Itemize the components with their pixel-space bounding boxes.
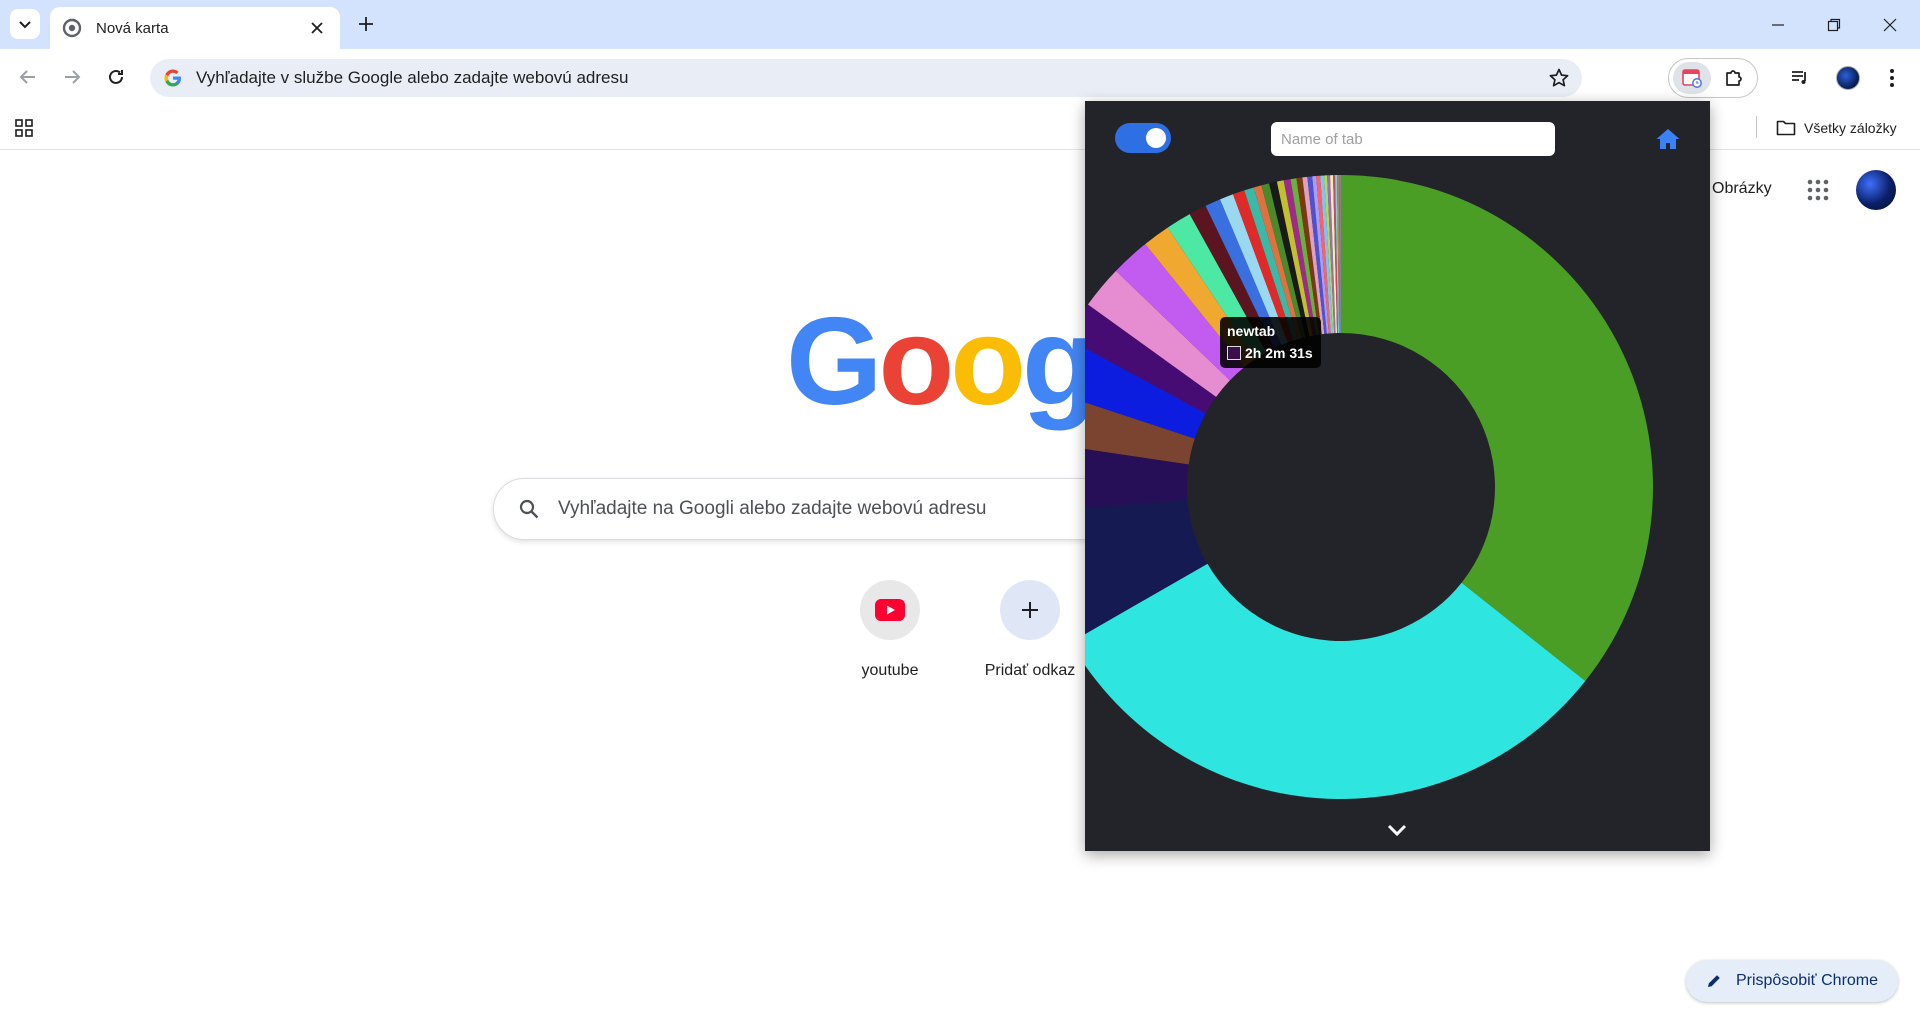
address-bar-text: Vyhľadajte v službe Google alebo zadajte… xyxy=(196,68,629,87)
shortcut-add[interactable]: Pridať odkaz xyxy=(960,580,1100,680)
back-button[interactable] xyxy=(12,61,44,93)
logo-letter: o xyxy=(950,293,1026,431)
home-icon xyxy=(1656,129,1680,149)
more-vert-icon xyxy=(1890,69,1894,87)
restore-icon xyxy=(1827,18,1841,31)
forward-button[interactable] xyxy=(56,61,88,93)
tab-new-tab[interactable]: Nová karta xyxy=(50,7,340,49)
folder-icon xyxy=(1776,120,1796,136)
close-window-button[interactable] xyxy=(1862,0,1918,49)
calendar-clock-icon xyxy=(1682,69,1702,88)
chrome-icon xyxy=(62,18,82,38)
chevron-down-icon xyxy=(19,21,31,29)
playlist-icon xyxy=(1792,71,1806,84)
grid-icon xyxy=(15,119,33,137)
tooltip-row: 2h 2m 31s xyxy=(1227,345,1313,361)
new-tab-button[interactable] xyxy=(352,10,380,38)
youtube-icon xyxy=(875,599,905,621)
images-link[interactable]: Obrázky xyxy=(1712,180,1772,198)
tooltip-swatch xyxy=(1227,346,1241,360)
shortcut-tile xyxy=(1000,580,1060,640)
reload-button[interactable] xyxy=(100,61,132,93)
google-apps-button[interactable] xyxy=(1804,176,1832,204)
media-controls-button[interactable] xyxy=(1784,62,1816,94)
arrow-right-icon xyxy=(65,70,81,84)
close-icon xyxy=(311,22,323,34)
extension-group xyxy=(1668,58,1758,98)
extensions-button[interactable] xyxy=(1715,62,1753,94)
usage-donut-chart xyxy=(1085,175,1653,799)
chart-area xyxy=(1085,101,1710,851)
logo-letter: g xyxy=(1021,293,1098,431)
reload-icon xyxy=(109,69,123,84)
arrow-left-icon xyxy=(19,70,35,84)
time-tracker-extension-button[interactable] xyxy=(1673,62,1711,94)
tab-name-input[interactable] xyxy=(1271,122,1555,156)
pencil-icon xyxy=(1707,975,1720,987)
close-icon xyxy=(1883,18,1897,31)
tab-search-button[interactable] xyxy=(10,9,40,39)
home-button[interactable] xyxy=(1653,125,1683,153)
search-placeholder: Vyhľadajte na Googli alebo zadajte webov… xyxy=(558,498,987,519)
minimize-icon xyxy=(1772,23,1784,26)
logo-letter: G xyxy=(786,293,882,431)
customize-chrome-button[interactable]: Prispôsobiť Chrome xyxy=(1686,960,1898,1002)
tooltip-label: newtab xyxy=(1227,323,1276,339)
shortcut-tile xyxy=(860,580,920,640)
apps-grid-icon xyxy=(1807,179,1829,201)
all-bookmarks-button[interactable]: Všetky záložky xyxy=(1776,116,1897,140)
minimize-button[interactable] xyxy=(1750,0,1806,49)
close-tab-button[interactable] xyxy=(306,17,328,39)
star-icon[interactable] xyxy=(1548,67,1570,89)
google-g-icon xyxy=(164,69,181,87)
chevron-down-icon xyxy=(1387,824,1407,837)
chart-tooltip: newtab 2h 2m 31s xyxy=(1220,317,1321,368)
plus-icon xyxy=(359,17,373,31)
apps-shortcut-button[interactable] xyxy=(12,116,36,140)
expand-button[interactable] xyxy=(1381,818,1413,844)
profile-button[interactable] xyxy=(1832,62,1864,94)
tab-title: Nová karta xyxy=(96,19,169,37)
pie-slice[interactable] xyxy=(1341,175,1653,682)
shortcut-label: Pridať odkaz xyxy=(984,662,1076,679)
address-bar[interactable]: Vyhľadajte v službe Google alebo zadajte… xyxy=(150,59,1582,97)
tab-strip: Nová karta xyxy=(0,0,1920,49)
restore-button[interactable] xyxy=(1806,0,1862,49)
all-bookmarks-label: Všetky záložky xyxy=(1804,120,1897,136)
puzzle-icon xyxy=(1726,70,1742,86)
time-tracker-popup: newtab 2h 2m 31s xyxy=(1085,101,1710,851)
tooltip-value: 2h 2m 31s xyxy=(1245,345,1313,361)
plus-icon xyxy=(1022,602,1038,618)
account-avatar[interactable] xyxy=(1856,170,1896,210)
toolbar: Vyhľadajte v službe Google alebo zadajte… xyxy=(0,49,1920,106)
customize-label: Prispôsobiť Chrome xyxy=(1735,972,1879,989)
shortcut-youtube[interactable]: youtube xyxy=(820,580,960,680)
tracking-toggle[interactable] xyxy=(1115,123,1171,153)
search-icon xyxy=(519,499,539,519)
shortcut-label: youtube xyxy=(861,662,919,679)
avatar xyxy=(1836,66,1860,90)
bookmarks-separator xyxy=(1756,116,1757,138)
logo-letter: o xyxy=(878,293,954,431)
toggle-knob xyxy=(1146,128,1166,148)
chrome-menu-button[interactable] xyxy=(1876,62,1908,94)
